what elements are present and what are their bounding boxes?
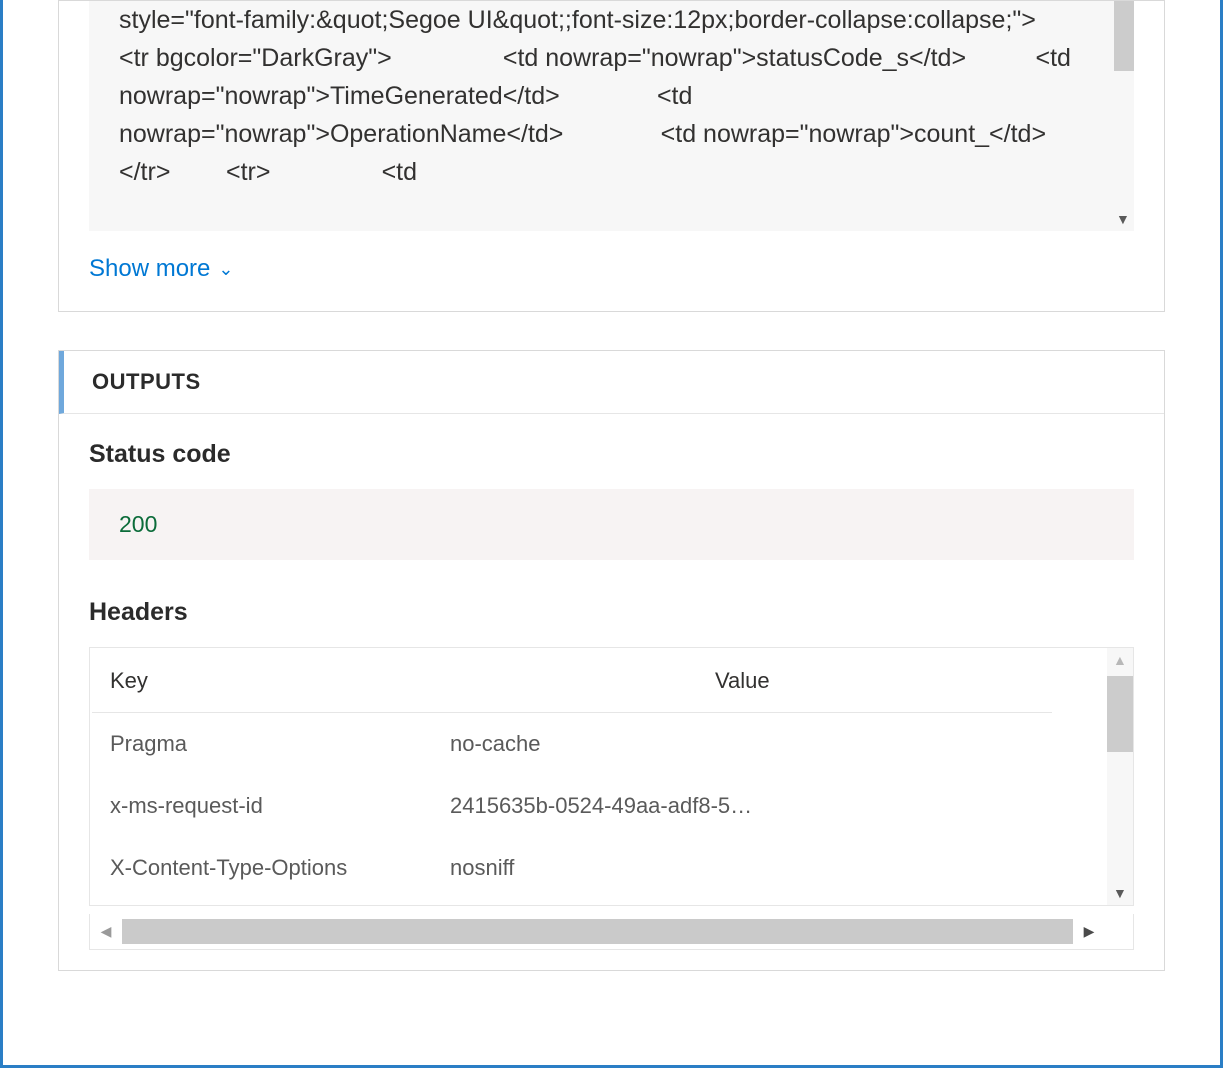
table-row: X-Content-Type-Options nosniff bbox=[92, 837, 1052, 899]
status-code-value: 200 bbox=[89, 489, 1134, 560]
outputs-card: OUTPUTS Status code 200 Headers Key Valu… bbox=[58, 350, 1165, 971]
headers-scrollbar-vertical[interactable]: ▲ ▼ bbox=[1107, 648, 1133, 905]
scroll-thumb[interactable] bbox=[1114, 1, 1134, 71]
scroll-corner bbox=[1105, 914, 1133, 949]
code-scrollbar-vertical[interactable]: ▼ bbox=[1114, 1, 1134, 231]
headers-scrollbar-horizontal[interactable]: ◀ ▶ bbox=[89, 914, 1134, 950]
show-more-button[interactable]: Show more ⌄ bbox=[59, 231, 1164, 311]
chevron-up-icon[interactable]: ▲ bbox=[1113, 652, 1127, 668]
column-header-key[interactable]: Key bbox=[92, 650, 697, 712]
headers-table: Key Value Pragma no-cache x-ms-request-i… bbox=[90, 648, 1133, 905]
headers-table-container: Key Value Pragma no-cache x-ms-request-i… bbox=[89, 647, 1134, 906]
cell-key: Pragma bbox=[92, 713, 432, 775]
table-header-row: Key Value bbox=[92, 650, 1052, 713]
chevron-right-icon[interactable]: ▶ bbox=[1073, 914, 1105, 949]
scroll-thumb[interactable] bbox=[1107, 676, 1133, 752]
code-preview: style="font-family:&quot;Segoe UI&quot;;… bbox=[89, 1, 1134, 231]
cell-key: X-Content-Type-Options bbox=[92, 837, 432, 899]
chevron-down-icon: ⌄ bbox=[218, 259, 233, 280]
table-row: Pragma no-cache bbox=[92, 713, 1052, 775]
cell-value: nosniff bbox=[432, 837, 772, 899]
chevron-left-icon[interactable]: ◀ bbox=[90, 914, 122, 949]
outputs-section-header: OUTPUTS bbox=[59, 351, 1164, 414]
scroll-thumb[interactable] bbox=[122, 919, 1073, 944]
scroll-track[interactable]: ▼ bbox=[1114, 1, 1134, 231]
outputs-body: Status code 200 Headers Key Value Pragma… bbox=[59, 414, 1164, 970]
status-code-label: Status code bbox=[89, 440, 1134, 469]
cell-value: 2415635b-0524-49aa-adf8-54... bbox=[432, 775, 772, 837]
cell-value: no-cache bbox=[432, 713, 772, 775]
cell-key: x-ms-request-id bbox=[92, 775, 432, 837]
chevron-down-icon[interactable]: ▼ bbox=[1116, 211, 1130, 227]
panel-outer: style="font-family:&quot;Segoe UI&quot;;… bbox=[0, 0, 1223, 1068]
chevron-down-icon[interactable]: ▼ bbox=[1113, 885, 1127, 901]
table-row: x-ms-request-id 2415635b-0524-49aa-adf8-… bbox=[92, 775, 1052, 837]
inputs-card: style="font-family:&quot;Segoe UI&quot;;… bbox=[58, 0, 1165, 312]
show-more-label: Show more bbox=[89, 255, 210, 283]
headers-label: Headers bbox=[89, 598, 1134, 627]
column-header-value[interactable]: Value bbox=[697, 650, 1052, 712]
